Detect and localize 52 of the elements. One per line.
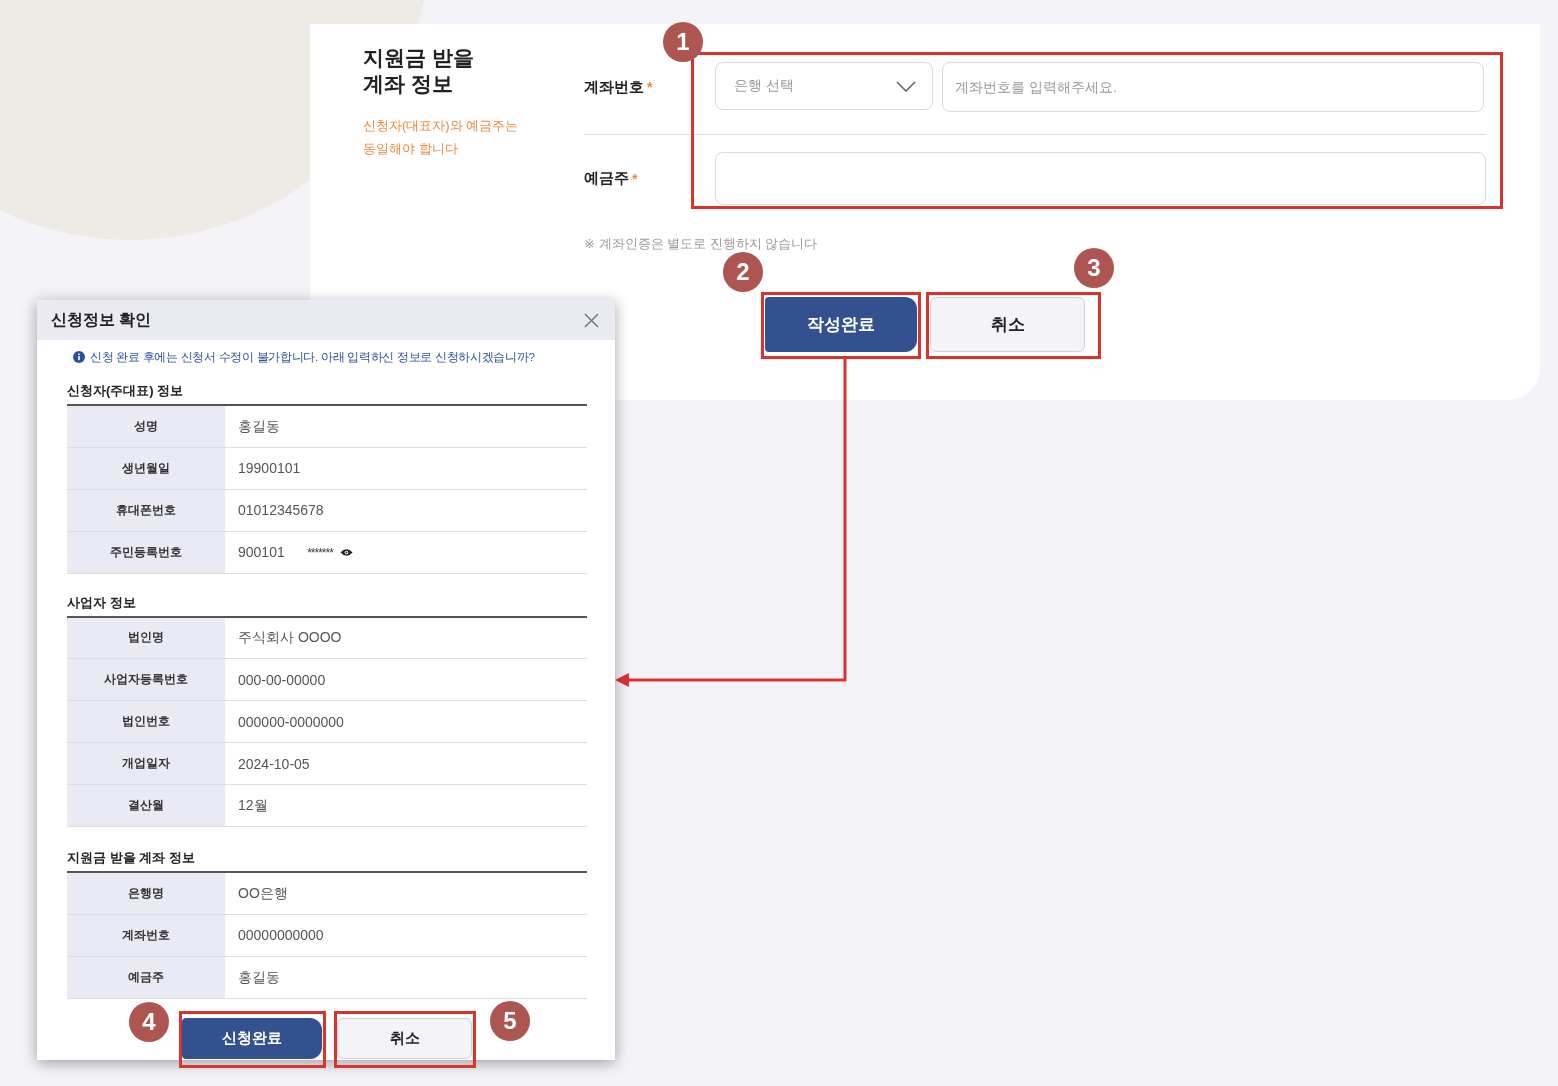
field-label: 계좌번호 bbox=[584, 77, 644, 97]
table-cell: 홍길동 bbox=[238, 968, 280, 985]
step-badge: 5 bbox=[490, 1001, 530, 1041]
table-label-cell: 성명 bbox=[67, 405, 225, 447]
dialog-title: 신청정보 확인 bbox=[51, 309, 152, 330]
table-cell: 900101 bbox=[238, 544, 285, 560]
section-heading: 사업자 정보 bbox=[67, 593, 137, 612]
table-cell: 01012345678 bbox=[238, 502, 324, 518]
table-label-cell: 계좌번호 bbox=[67, 914, 225, 956]
required-mark: * bbox=[632, 170, 638, 187]
table-cell: 19900101 bbox=[238, 460, 301, 476]
table-cell: 000000-0000000 bbox=[238, 713, 344, 730]
table-label-cell: 개업일자 bbox=[67, 742, 225, 785]
table-label-cell: 생년월일 bbox=[67, 447, 225, 489]
table-cell: 12월 bbox=[238, 797, 268, 813]
eye-icon[interactable] bbox=[340, 548, 354, 558]
info-icon bbox=[73, 351, 85, 363]
table-cell: 주식회사 OOOO bbox=[238, 629, 342, 646]
submit-button[interactable]: 신청완료 bbox=[182, 1017, 322, 1059]
table-label-cell: 주민등록번호 bbox=[67, 531, 225, 573]
table-label-cell: 은행명 bbox=[67, 872, 225, 914]
table-cell: 00000000000 bbox=[238, 927, 324, 943]
step-badge: 2 bbox=[723, 252, 763, 292]
hint-text: 신청자(대표자)와 예금주는 동일해야 합니다 bbox=[363, 117, 520, 158]
step-badge: 1 bbox=[663, 22, 703, 62]
cancel-button[interactable]: 취소 bbox=[337, 1017, 472, 1059]
notice-text: 신청 완료 후에는 신청서 수정이 불가합니다. 아래 입력하신 정보로 신청하시겠습니까? bbox=[90, 350, 535, 365]
input-field[interactable] bbox=[715, 152, 1486, 205]
submit-button[interactable]: 작성완료 bbox=[765, 297, 917, 352]
close-icon[interactable] bbox=[584, 312, 599, 328]
step-badge: 4 bbox=[129, 1002, 169, 1042]
chevron-down-icon bbox=[896, 80, 916, 92]
table-label-cell: 휴대폰번호 bbox=[67, 489, 225, 531]
table-label-cell: 예금주 bbox=[67, 956, 225, 998]
field-label: 예금주 bbox=[584, 169, 629, 188]
table-cell: 홍길동 bbox=[238, 417, 280, 434]
masked-digits: ******* bbox=[307, 546, 333, 560]
table-label-cell: 사업자등록번호 bbox=[67, 658, 225, 701]
step-badge: 3 bbox=[1074, 248, 1114, 288]
note-text: ※ 계좌인증은 별도로 진행하지 않습니다 bbox=[584, 235, 819, 253]
table-label-cell: 결산월 bbox=[67, 784, 225, 827]
section-heading: 지원금 받을 계좌 정보 bbox=[67, 849, 196, 867]
table-cell: 000-00-00000 bbox=[238, 671, 326, 688]
section-heading: 신청자(주대표) 정보 bbox=[67, 382, 185, 400]
table-label-cell: 법인번호 bbox=[67, 700, 225, 743]
table-label-cell: 법인명 bbox=[67, 616, 225, 659]
cancel-button[interactable]: 취소 bbox=[930, 297, 1085, 352]
input-field[interactable]: 계좌번호를 입력해주세요. bbox=[942, 62, 1484, 112]
required-mark: * bbox=[647, 79, 653, 95]
table-cell: OO은행 bbox=[238, 884, 288, 901]
section-title: 지원금 받을 계좌 정보 bbox=[363, 45, 475, 97]
table-cell: 2024-10-05 bbox=[238, 755, 310, 772]
